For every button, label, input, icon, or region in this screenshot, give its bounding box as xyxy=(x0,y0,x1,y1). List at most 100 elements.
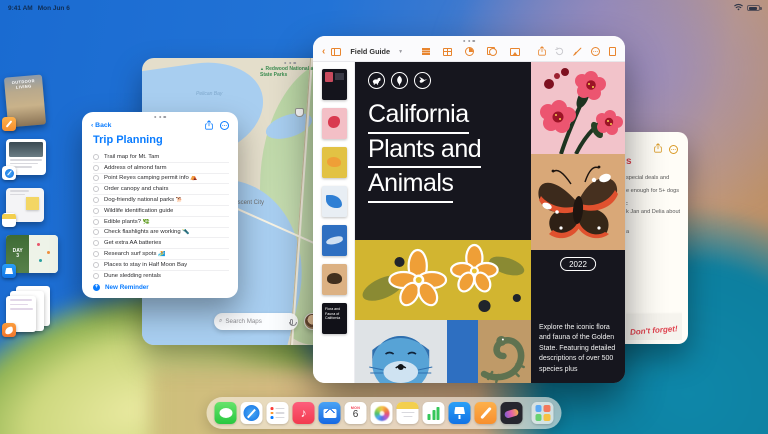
reminder-text: Research surf spots 🏄 xyxy=(104,251,165,257)
reminder-item[interactable]: Edible plants? 🌿 xyxy=(93,217,229,228)
safari-app-icon xyxy=(2,166,16,180)
cover-title-line: Animals xyxy=(368,168,453,203)
maps-search-field[interactable]: ⌕ Search Maps xyxy=(214,313,298,330)
reminder-item[interactable]: Dune sledding rentals xyxy=(93,271,229,282)
reminder-checkbox[interactable] xyxy=(93,229,99,235)
back-button[interactable]: ‹ Back xyxy=(91,122,111,129)
reminder-checkbox[interactable] xyxy=(93,154,99,160)
recent-app-swift-playgrounds[interactable] xyxy=(6,286,62,332)
cover-title: California Plants and Animals xyxy=(368,99,481,203)
page-thumbnails-sidebar: Flora and Fauna of California xyxy=(313,62,355,383)
dock-icon-photos[interactable] xyxy=(371,402,393,424)
dock-icon-procreate[interactable] xyxy=(501,402,523,424)
more-icon[interactable]: … xyxy=(669,145,678,154)
dock-icon-messages[interactable] xyxy=(215,402,237,424)
dock-icon-pages[interactable] xyxy=(475,402,497,424)
reminder-item[interactable]: Point Reyes camping permit info ⛺ xyxy=(93,174,229,185)
page-thumbnail-5[interactable] xyxy=(322,225,347,256)
pages-window-drag-handle[interactable] xyxy=(463,40,475,42)
more-icon[interactable]: … xyxy=(220,121,229,130)
share-icon[interactable] xyxy=(205,120,213,130)
reminders-window-drag-handle[interactable] xyxy=(154,116,166,118)
dock-icon-calendar[interactable]: MON 6 xyxy=(345,402,367,424)
reminder-item[interactable]: Research surf spots 🏄 xyxy=(93,249,229,260)
reminder-checkbox[interactable] xyxy=(93,175,99,181)
shapes-icon[interactable] xyxy=(487,47,497,56)
pages-window[interactable]: ‹ Field Guide ▼ … Flora and xyxy=(313,36,625,383)
reminder-checkbox[interactable] xyxy=(93,219,99,225)
reminder-checkbox[interactable] xyxy=(93,186,99,192)
reminder-item[interactable]: Order canopy and chairs xyxy=(93,184,229,195)
dock-icon-music[interactable]: ♪ xyxy=(293,402,315,424)
recent-app-notes[interactable] xyxy=(6,188,62,222)
list-title: Trip Planning xyxy=(93,134,163,146)
maps-window-drag-handle[interactable] xyxy=(284,62,296,64)
reminder-item[interactable]: Dog-friendly national parks 🐕 xyxy=(93,195,229,206)
document-canvas[interactable]: California Plants and Animals xyxy=(355,62,625,383)
cover-blurb: Explore the iconic flora and fauna of th… xyxy=(539,323,620,376)
dictation-mic-icon[interactable] xyxy=(290,319,293,325)
recent-app-safari[interactable] xyxy=(6,139,62,175)
bear-icon xyxy=(368,72,385,89)
reminder-item[interactable]: Check flashlights are working 🔦 xyxy=(93,228,229,239)
dock-icon-app-library[interactable] xyxy=(532,402,554,424)
reminder-text: Dune sledding rentals xyxy=(104,273,161,279)
reminder-item[interactable]: Trail map for Mt. Tam xyxy=(93,152,229,163)
new-reminder-label: New Reminder xyxy=(105,284,149,291)
reminder-checkbox[interactable] xyxy=(93,273,99,279)
reminder-checkbox[interactable] xyxy=(93,251,99,257)
page-thumbnail-4[interactable] xyxy=(322,186,347,217)
battery-icon xyxy=(747,5,760,11)
calendar-day: 6 xyxy=(353,410,359,420)
dock-icon-keynote[interactable] xyxy=(449,402,471,424)
recent-app-keynote[interactable]: DAY 3 xyxy=(6,235,62,273)
embedded-note-image[interactable]: Don't forget! xyxy=(626,314,682,340)
recent-app-pages[interactable]: OUTDOOR LIVING xyxy=(6,76,62,126)
dock-icon-safari[interactable] xyxy=(241,402,263,424)
page-thumbnail-2[interactable] xyxy=(322,108,347,139)
dock-icon-notes[interactable] xyxy=(397,402,419,424)
notes-app-icon xyxy=(2,213,16,227)
reminder-checkbox[interactable] xyxy=(93,240,99,246)
stage-manager-strip: OUTDOOR LIVING DAY 3 xyxy=(6,76,62,345)
reminder-checkbox[interactable] xyxy=(93,208,99,214)
chart-icon[interactable] xyxy=(465,47,474,56)
share-icon[interactable] xyxy=(538,43,546,61)
dock-icon-numbers[interactable] xyxy=(423,402,445,424)
media-icon[interactable] xyxy=(510,48,520,56)
orchid-illustration xyxy=(355,240,531,320)
undo-icon[interactable] xyxy=(555,47,564,56)
page-thumbnail-1[interactable] xyxy=(322,69,347,100)
reminder-text: Places to stay in Half Moon Bay xyxy=(104,262,187,268)
reminder-item[interactable]: Get extra AA batteries xyxy=(93,238,229,249)
text-format-icon[interactable] xyxy=(422,48,430,54)
reminder-checkbox[interactable] xyxy=(93,197,99,203)
more-icon[interactable]: … xyxy=(591,47,600,56)
pages-app-icon xyxy=(2,117,16,131)
reminder-checkbox[interactable] xyxy=(93,165,99,171)
chevron-down-icon[interactable]: ▼ xyxy=(398,49,403,55)
reminder-item[interactable]: Places to stay in Half Moon Bay xyxy=(93,260,229,271)
note-body[interactable]: s special deals and e enough for 5+ dogs… xyxy=(626,156,682,340)
new-reminder-button[interactable]: + New Reminder xyxy=(93,284,149,291)
note-line: e enough for 5+ dogs xyxy=(626,188,682,194)
dock-icon-reminders[interactable] xyxy=(267,402,289,424)
blue-block xyxy=(447,320,479,383)
dock-icon-mail[interactable] xyxy=(319,402,341,424)
note-heading-fragment: s xyxy=(626,156,682,167)
document-icon[interactable] xyxy=(609,47,616,56)
page-thumbnail-6[interactable] xyxy=(322,264,347,295)
back-chevron-icon[interactable]: ‹ xyxy=(322,47,325,57)
page-thumbnail-3[interactable] xyxy=(322,147,347,178)
status-time: 9:41 AM xyxy=(8,5,33,12)
reminder-checkbox[interactable] xyxy=(93,262,99,268)
reminder-item[interactable]: Wildlife identification guide xyxy=(93,206,229,217)
page-thumbnail-7[interactable]: Flora and Fauna of California xyxy=(322,303,347,334)
table-icon[interactable] xyxy=(443,48,452,56)
search-placeholder: Search Maps xyxy=(225,318,287,325)
reminders-window[interactable]: ‹ Back … Trip Planning Trail map for Mt.… xyxy=(82,112,238,298)
reminder-item[interactable]: Address of almond farm xyxy=(93,163,229,174)
page-thumbnails-icon[interactable] xyxy=(331,48,341,56)
red-flowers-illustration xyxy=(531,62,625,154)
format-brush-icon[interactable] xyxy=(573,43,582,61)
